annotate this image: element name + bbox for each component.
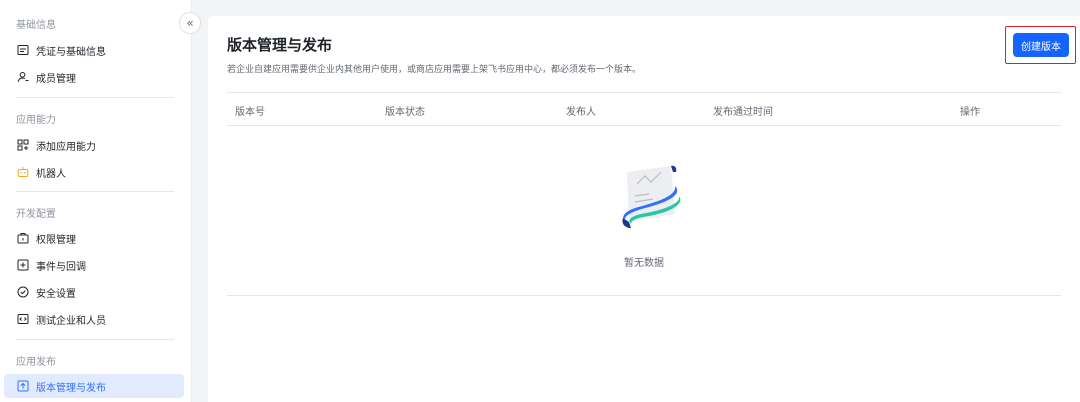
empty-state-text: 暂无数据 [624,258,664,269]
column-header-version: 版本号 [235,107,265,118]
upload-box-icon [16,380,29,393]
collapse-sidebar-button[interactable]: « [179,12,201,34]
user-add-icon [16,71,29,84]
code-box-icon [16,313,29,326]
key-box-icon [16,232,29,245]
id-card-icon [16,44,29,57]
table-header: 版本号 版本状态 发布人 发布通过时间 操作 [227,92,1061,126]
sidebar-item-label: 安全设置 [36,288,76,300]
page-description: 若企业自建应用需要供企业内其他用户使用，或商店应用需要上架飞书应用中心，都必须发… [227,65,642,75]
group-title-dev-config: 开发配置 [16,209,56,220]
sidebar-item-robot[interactable]: 机器人 [4,160,184,184]
sidebar-item-label: 版本管理与发布 [36,382,106,394]
sidebar-item-label: 测试企业和人员 [36,315,106,327]
main-panel: 版本管理与发布 若企业自建应用需要供企业内其他用户使用，或商店应用需要上架飞书应… [208,16,1080,402]
column-header-status: 版本状态 [385,107,425,118]
sidebar-item-security[interactable]: 安全设置 [4,280,184,304]
sidebar-item-label: 权限管理 [36,234,76,246]
empty-document-icon [609,162,693,244]
robot-icon [16,166,29,179]
sidebar-item-label: 事件与回调 [36,261,86,273]
sidebar-item-label: 添加应用能力 [36,141,96,153]
sidebar-item-test-enterprise[interactable]: 测试企业和人员 [4,307,184,331]
double-chevron-left-icon: « [186,16,194,30]
sidebar: 基础信息 凭证与基础信息 成员管理 应用能力 添加应用能力 机器人 开发配置 权… [0,0,192,402]
shield-check-icon [16,286,29,299]
sidebar-item-version-management[interactable]: 版本管理与发布 [4,374,184,398]
column-header-actions: 操作 [960,107,980,118]
sidebar-item-label: 凭证与基础信息 [36,46,106,58]
group-title-basic-info: 基础信息 [16,20,56,31]
sidebar-item-credentials[interactable]: 凭证与基础信息 [4,38,184,62]
event-plus-icon [16,259,29,272]
grid-add-icon [16,139,29,152]
create-version-button[interactable]: 创建版本 [1013,33,1069,57]
sidebar-divider [16,191,174,192]
group-title-app-capabilities: 应用能力 [16,115,56,126]
group-title-app-release: 应用发布 [16,357,56,368]
empty-state: 暂无数据 [227,126,1061,296]
column-header-approval-time: 发布通过时间 [713,107,773,118]
sidebar-item-add-capability[interactable]: 添加应用能力 [4,133,184,157]
sidebar-divider [16,339,174,340]
sidebar-item-label: 机器人 [36,168,66,180]
sidebar-item-permissions[interactable]: 权限管理 [4,226,184,250]
version-table: 版本号 版本状态 发布人 发布通过时间 操作 暂无数据 [227,92,1061,296]
page-title: 版本管理与发布 [227,36,333,54]
sidebar-divider [16,97,174,98]
sidebar-item-members[interactable]: 成员管理 [4,65,184,89]
column-header-publisher: 发布人 [566,107,596,118]
sidebar-item-events-callbacks[interactable]: 事件与回调 [4,253,184,277]
sidebar-item-label: 成员管理 [36,73,76,85]
